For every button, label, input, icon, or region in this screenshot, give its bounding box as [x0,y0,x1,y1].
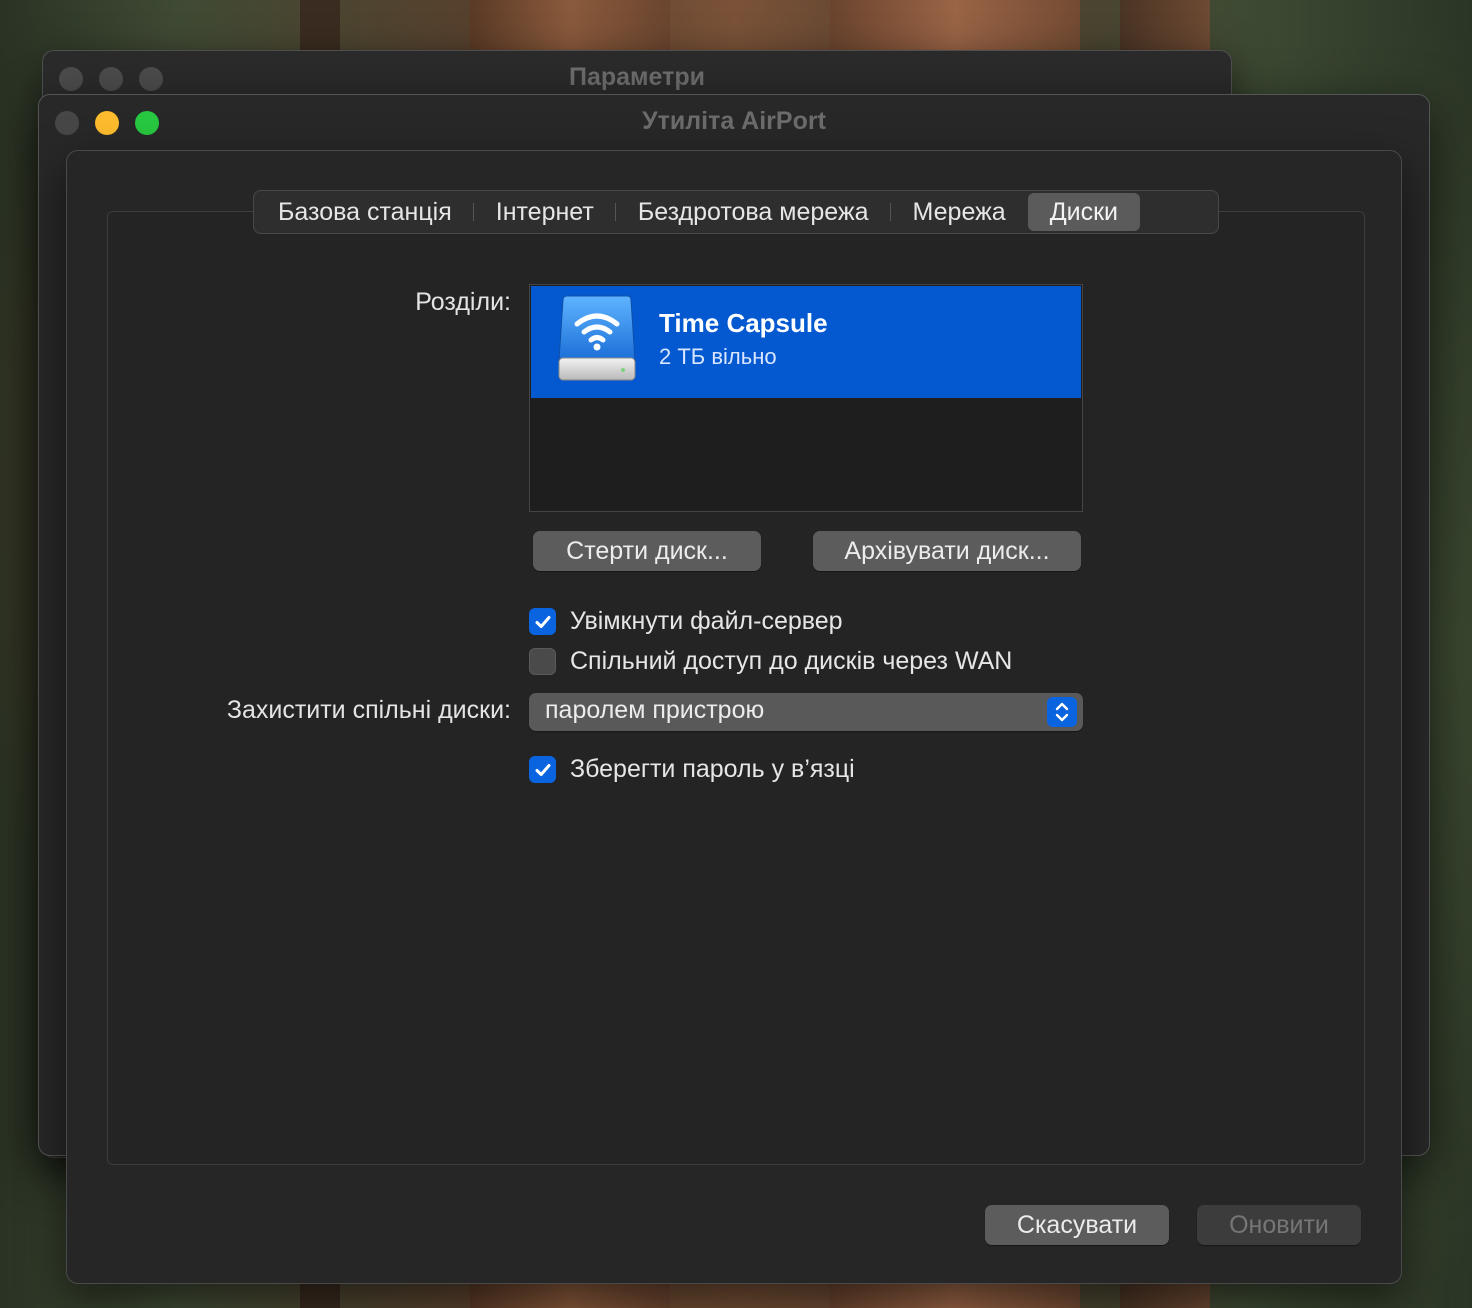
secure-disks-label: Захистити спільні диски: [226,696,511,724]
tab-disks[interactable]: Диски [1027,193,1141,231]
tab-bar: Базова станція Інтернет Бездротова мереж… [253,190,1219,234]
background-window-title: Параметри [569,63,705,91]
partition-name: Time Capsule [659,308,828,338]
partition-row[interactable]: Time Capsule 2 ТБ вільно [531,286,1081,398]
cancel-button[interactable]: Скасувати [985,1205,1169,1245]
partitions-list[interactable]: Time Capsule 2 ТБ вільно [529,284,1083,512]
file-server-option[interactable]: Увімкнути файл-сервер [529,607,843,636]
tab-network[interactable]: Мережа [891,193,1028,231]
erase-disk-button[interactable]: Стерти диск... [533,531,761,571]
update-button[interactable]: Оновити [1197,1205,1361,1245]
file-server-checkbox[interactable] [529,608,556,635]
window-titlebar[interactable]: Утиліта AirPort [39,95,1429,151]
partition-free-space: 2 ТБ вільно [659,344,777,369]
secure-disks-value: паролем пристрою [545,696,765,724]
partitions-label: Розділи: [415,288,511,316]
wifi-disk-icon [558,295,636,381]
keychain-checkbox[interactable] [529,756,556,783]
secure-disks-popup[interactable]: паролем пристрою [529,693,1083,731]
checkmark-icon [535,763,550,776]
settings-sheet: Базова станція Інтернет Бездротова мереж… [66,150,1402,1284]
up-down-chevron-icon [1047,697,1077,727]
wan-sharing-label: Спільний доступ до дисків через WAN [570,647,1013,675]
archive-disk-button[interactable]: Архівувати диск... [813,531,1081,571]
tab-base-station[interactable]: Базова станція [256,193,474,231]
window-title: Утиліта AirPort [642,107,826,135]
tab-wireless[interactable]: Бездротова мережа [616,193,891,231]
keychain-label: Зберегти пароль у в’язці [570,755,855,783]
wan-sharing-option[interactable]: Спільний доступ до дисків через WAN [529,647,1012,676]
file-server-label: Увімкнути файл-сервер [570,607,843,635]
keychain-option[interactable]: Зберегти пароль у в’язці [529,755,855,784]
tab-internet[interactable]: Інтернет [474,193,616,231]
checkmark-icon [535,615,550,628]
wan-sharing-checkbox[interactable] [529,648,556,675]
